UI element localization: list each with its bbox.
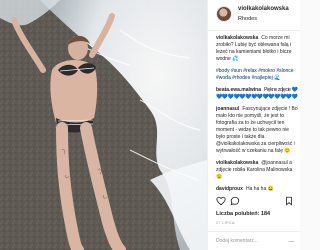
author-username[interactable]: violkakolakowska [238,6,289,12]
comment-username[interactable]: beata.ewa.malwina [216,87,261,93]
comments-list[interactable]: violkakolakowska Co morze mi zrobiło? Lub… [216,35,298,195]
heart-icon[interactable] [216,196,226,206]
post-location[interactable]: Rhodes [238,16,257,22]
comment-username[interactable]: joannasul [216,106,239,112]
likes-count[interactable]: Liczba polubień: 184 [216,211,270,217]
likes-label: Liczba polubień: [216,211,260,217]
comment: joannasul Fascynujące zdjęcie ! Bo mało k… [216,106,298,155]
comment-icon[interactable] [230,196,240,206]
comment-username[interactable]: violkakolakowska [216,160,258,166]
post-header: violkakolakowska Rhodes [208,0,300,31]
instagram-post: violkakolakowska Rhodes violkakolakowska… [0,0,300,250]
post-sidebar: violkakolakowska Rhodes violkakolakowska… [207,0,300,250]
comment-hashtags: #body #sun #relax #mokro #slonce #woda #… [216,68,298,82]
action-bar [216,196,294,208]
comment-username[interactable]: violkakolakowska [216,35,258,41]
comment-text: Ha ha ha 😀 [245,186,274,192]
add-comment-bar: Dodaj komentarz... ... [208,231,300,250]
hashtags-text[interactable]: #body #sun #relax #mokro #slonce #woda #… [216,68,294,81]
comment: violkakolakowska @joannasul a zdjęcie rob… [216,160,298,181]
bookmark-icon[interactable] [284,196,294,206]
comment: davidproux Ha ha ha 😀 [216,186,298,193]
beach-photo-illustration [0,0,207,250]
comment: beata.ewa.malwina Piękne zdjęcie 💙💙💙💙💙💙💙💙… [216,87,298,101]
avatar[interactable] [217,7,231,21]
post-photo[interactable] [0,0,207,250]
comment-username[interactable]: davidproux [216,186,243,192]
post-date: 27 LIPCA [216,220,235,225]
add-comment-input[interactable]: Dodaj komentarz... [216,238,258,244]
comment: violkakolakowska Co morze mi zrobiło? Lub… [216,35,298,63]
likes-number: 184 [260,211,271,217]
more-options-icon[interactable]: ... [288,237,294,244]
comment-text: Fascynujące zdjęcie ! Bo mało kto nie po… [216,106,298,154]
